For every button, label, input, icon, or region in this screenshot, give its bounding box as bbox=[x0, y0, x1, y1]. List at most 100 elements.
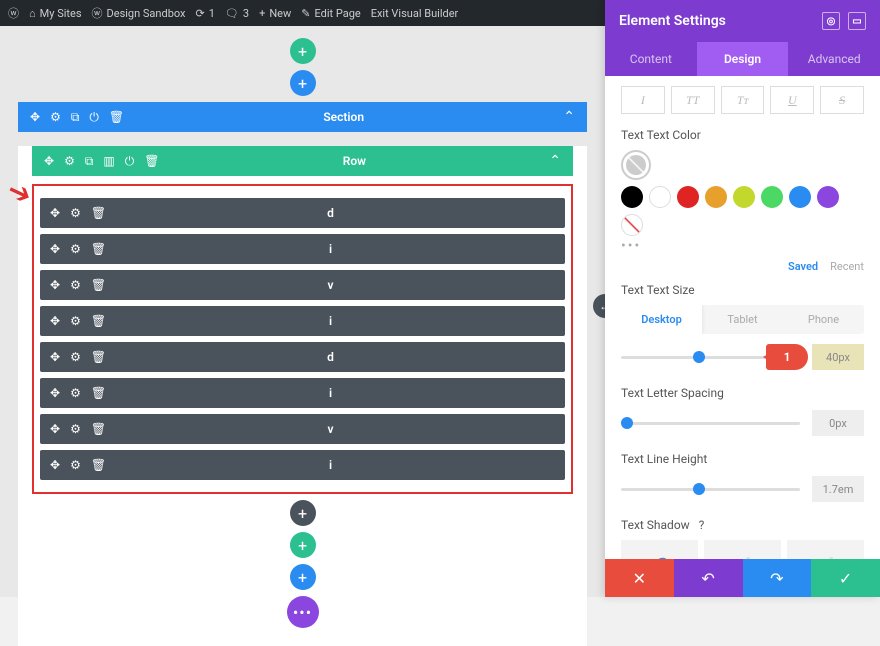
exit-builder[interactable]: Exit Visual Builder bbox=[371, 7, 459, 20]
line-height-slider[interactable] bbox=[621, 488, 800, 491]
settings-icon[interactable]: ⚙ bbox=[70, 242, 81, 256]
move-icon[interactable]: ✥ bbox=[50, 206, 60, 220]
close-button[interactable]: ✕ bbox=[605, 559, 674, 597]
italic-button[interactable]: I bbox=[621, 86, 665, 114]
letter-spacing-value[interactable]: 0px bbox=[812, 410, 864, 436]
edit-page[interactable]: ✎ Edit Page bbox=[301, 7, 360, 20]
module-item[interactable]: ✥⚙🗑d bbox=[40, 342, 565, 372]
settings-icon[interactable]: ⚙ bbox=[70, 386, 81, 400]
move-icon[interactable]: ✥ bbox=[30, 110, 40, 125]
smallcaps-button[interactable]: Tᴛ bbox=[721, 86, 765, 114]
move-icon[interactable]: ✥ bbox=[50, 242, 60, 256]
delete-icon[interactable]: 🗑 bbox=[91, 278, 106, 292]
delete-icon[interactable]: 🗑 bbox=[91, 314, 106, 328]
settings-icon[interactable]: ⚙ bbox=[64, 154, 75, 169]
expand-icon[interactable]: ▭ bbox=[848, 12, 866, 30]
move-icon[interactable]: ✥ bbox=[50, 422, 60, 436]
color-none[interactable] bbox=[621, 214, 643, 236]
delete-icon[interactable]: 🗑 bbox=[91, 350, 106, 364]
wp-logo[interactable]: ⓦ bbox=[8, 5, 19, 21]
move-icon[interactable]: ✥ bbox=[50, 386, 60, 400]
tab-advanced[interactable]: Advanced bbox=[788, 42, 880, 76]
uppercase-button[interactable]: TT bbox=[671, 86, 715, 114]
device-desktop[interactable]: Desktop bbox=[621, 305, 702, 334]
delete-icon[interactable]: 🗑 bbox=[91, 422, 106, 436]
settings-icon[interactable]: ⚙ bbox=[70, 278, 81, 292]
settings-icon[interactable]: ⚙ bbox=[70, 314, 81, 328]
settings-icon[interactable]: ⚙ bbox=[70, 422, 81, 436]
move-icon[interactable]: ✥ bbox=[50, 278, 60, 292]
color-swatch[interactable] bbox=[621, 186, 643, 208]
site-name[interactable]: ⓦ Design Sandbox bbox=[92, 5, 186, 21]
redo-button[interactable]: ↷ bbox=[743, 559, 812, 597]
delete-icon[interactable]: 🗑 bbox=[144, 154, 159, 169]
move-icon[interactable]: ✥ bbox=[50, 458, 60, 472]
device-phone[interactable]: Phone bbox=[783, 305, 864, 334]
collapse-icon[interactable]: ⌃ bbox=[549, 153, 561, 169]
delete-icon[interactable]: 🗑 bbox=[109, 110, 124, 125]
strike-button[interactable]: S bbox=[820, 86, 864, 114]
color-swatch[interactable] bbox=[817, 186, 839, 208]
shadow-option[interactable]: aA bbox=[704, 540, 781, 559]
new-content[interactable]: + New bbox=[259, 7, 291, 20]
row-header[interactable]: ✥ ⚙ ⧉ ▥ ⏻ 🗑 Row ⌃ bbox=[32, 146, 573, 176]
delete-icon[interactable]: 🗑 bbox=[91, 458, 106, 472]
more-options-button[interactable]: ••• bbox=[287, 596, 319, 628]
color-swatch[interactable] bbox=[677, 186, 699, 208]
module-item[interactable]: ✥⚙🗑i bbox=[40, 234, 565, 264]
add-row-button[interactable]: + bbox=[290, 532, 316, 558]
saved-tab[interactable]: Saved bbox=[788, 260, 818, 273]
delete-icon[interactable]: 🗑 bbox=[91, 242, 106, 256]
shadow-none[interactable]: ⊘ bbox=[621, 540, 698, 559]
move-icon[interactable]: ✥ bbox=[50, 314, 60, 328]
duplicate-icon[interactable]: ⧉ bbox=[71, 110, 80, 125]
tab-design[interactable]: Design bbox=[697, 42, 789, 76]
power-icon[interactable]: ⏻ bbox=[125, 154, 135, 169]
duplicate-icon[interactable]: ⧉ bbox=[85, 154, 94, 169]
move-icon[interactable]: ✥ bbox=[44, 154, 54, 169]
module-item[interactable]: ✥⚙🗑i bbox=[40, 306, 565, 336]
settings-icon[interactable]: ⚙ bbox=[70, 350, 81, 364]
tab-content[interactable]: Content bbox=[605, 42, 697, 76]
text-size-value[interactable]: 40px bbox=[812, 344, 864, 370]
add-section-button[interactable]: + bbox=[290, 564, 316, 590]
letter-spacing-slider[interactable] bbox=[621, 422, 800, 425]
section-header[interactable]: ✥ ⚙ ⧉ ⏻ 🗑 Section ⌃ bbox=[18, 102, 587, 132]
columns-icon[interactable]: ▥ bbox=[103, 154, 114, 169]
delete-icon[interactable]: 🗑 bbox=[91, 386, 106, 400]
color-swatch[interactable] bbox=[649, 186, 671, 208]
updates[interactable]: ⟳ 1 bbox=[196, 7, 215, 20]
add-section-button[interactable]: + bbox=[290, 38, 316, 64]
more-colors-icon[interactable]: ••• bbox=[621, 238, 864, 254]
undo-button[interactable]: ↶ bbox=[674, 559, 743, 597]
underline-button[interactable]: U bbox=[770, 86, 814, 114]
delete-icon[interactable]: 🗑 bbox=[91, 206, 106, 220]
module-item[interactable]: ✥⚙🗑i bbox=[40, 378, 565, 408]
add-module-button[interactable]: + bbox=[290, 500, 316, 526]
color-swatch[interactable] bbox=[789, 186, 811, 208]
add-row-button[interactable]: + bbox=[290, 70, 316, 96]
move-icon[interactable]: ✥ bbox=[50, 350, 60, 364]
collapse-icon[interactable]: ⌃ bbox=[563, 109, 575, 125]
recent-tab[interactable]: Recent bbox=[830, 260, 864, 273]
line-height-value[interactable]: 1.7em bbox=[812, 476, 864, 502]
color-swatch[interactable] bbox=[705, 186, 727, 208]
focus-icon[interactable]: ◎ bbox=[822, 12, 840, 30]
module-item[interactable]: ✥⚙🗑v bbox=[40, 270, 565, 300]
module-item[interactable]: ✥⚙🗑d bbox=[40, 198, 565, 228]
shadow-option[interactable]: aA bbox=[787, 540, 864, 559]
module-item[interactable]: ✥⚙🗑v bbox=[40, 414, 565, 444]
comments[interactable]: 🗨 3 bbox=[225, 7, 249, 20]
my-sites[interactable]: ⌂ My Sites bbox=[29, 7, 82, 20]
device-tablet[interactable]: Tablet bbox=[702, 305, 783, 334]
settings-icon[interactable]: ⚙ bbox=[70, 206, 81, 220]
settings-icon[interactable]: ⚙ bbox=[70, 458, 81, 472]
help-icon[interactable]: ? bbox=[699, 518, 705, 532]
color-picker-icon[interactable] bbox=[621, 150, 651, 180]
power-icon[interactable]: ⏻ bbox=[89, 110, 99, 125]
color-swatch[interactable] bbox=[761, 186, 783, 208]
module-item[interactable]: ✥⚙🗑i bbox=[40, 450, 565, 480]
save-button[interactable]: ✓ bbox=[811, 559, 880, 597]
settings-icon[interactable]: ⚙ bbox=[50, 110, 61, 125]
color-swatch[interactable] bbox=[733, 186, 755, 208]
